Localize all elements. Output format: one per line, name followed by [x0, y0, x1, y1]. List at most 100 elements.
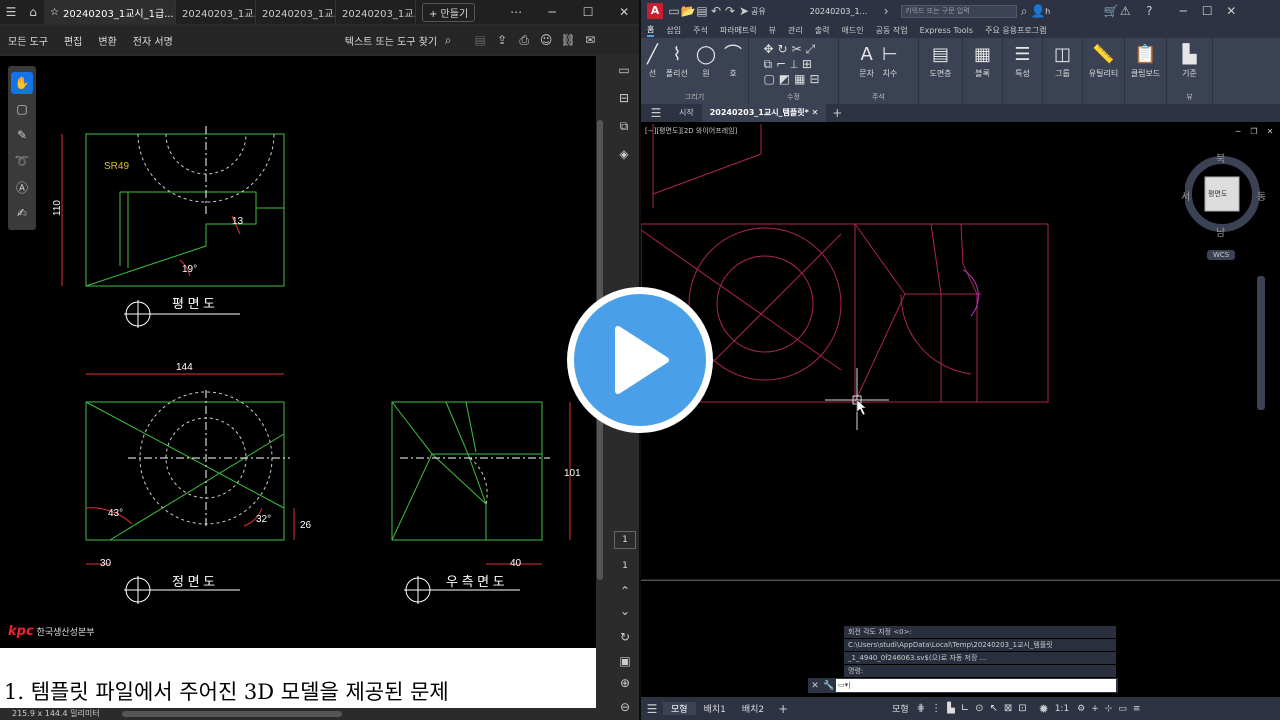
menu-convert[interactable]: 변환 — [98, 33, 116, 48]
menu-esign[interactable]: 전자 서명 — [133, 33, 173, 48]
viewcube-face-top[interactable]: 평면도 — [1208, 189, 1227, 199]
status-toggles[interactable]: ⋕⋮▙∟⊙↖⊠⊡ — [917, 703, 1033, 714]
acad-search-input[interactable]: 키워드 또는 구문 입력 — [901, 4, 1018, 18]
scroll-up-icon[interactable]: ⌃ — [614, 580, 636, 602]
print-icon[interactable]: ⎙ — [513, 29, 535, 51]
user-icon[interactable]: 👤 — [1031, 0, 1046, 22]
maximize-icon[interactable]: ☐ — [1200, 0, 1214, 22]
share-label[interactable]: 공유 — [751, 6, 766, 17]
ribbon-tab-annotate[interactable]: 주석 — [693, 25, 708, 36]
navigation-bar[interactable] — [1257, 276, 1265, 410]
line-tool[interactable]: ╱ 선 — [647, 42, 658, 79]
panel-annotation-label[interactable]: 주석 — [839, 92, 918, 102]
autocad-logo[interactable]: A — [647, 3, 663, 19]
layout-tab-2[interactable]: 배치2 — [734, 702, 772, 715]
arc-tool[interactable]: ⌒ 호 — [724, 42, 742, 79]
menu-edit[interactable]: 편집 — [64, 33, 82, 48]
page-fit-icon[interactable]: ▣ — [614, 650, 636, 672]
zoom-in-icon[interactable]: ⊕ — [614, 672, 636, 694]
help-icon[interactable]: ? — [1142, 0, 1156, 22]
hamburger-menu-icon[interactable]: ☰ — [641, 698, 663, 720]
user-name[interactable]: h — [1045, 7, 1050, 16]
ribbon-tab-featured-apps[interactable]: 주요 응용프로그램 — [985, 25, 1046, 36]
model-space-toggle[interactable]: 모형 — [884, 702, 917, 715]
upload-icon[interactable]: ⇪ — [491, 29, 513, 51]
clipboard-tool[interactable]: 📋 클립보드 — [1131, 42, 1160, 79]
pages-icon[interactable]: ⧉ — [613, 115, 635, 137]
pdf-tab-2[interactable]: 20240203_1교... — [176, 0, 256, 24]
layout-tab-model[interactable]: 모형 — [663, 702, 696, 715]
page-number-box[interactable]: 1 — [614, 531, 636, 549]
viewcube[interactable]: 북 남 서 동 평면도 WCS — [1181, 150, 1275, 266]
ribbon-tab-parametric[interactable]: 파라메트릭 — [720, 25, 757, 36]
redo-icon[interactable]: ↷ — [723, 0, 737, 22]
scroll-down-icon[interactable]: ⌄ — [614, 600, 636, 622]
file-tab-template[interactable]: 20240203_1교시_템플릿* ✕ — [701, 104, 827, 122]
hand-tool-icon[interactable]: ✋ — [11, 72, 33, 94]
sign-icon[interactable]: ✍ — [11, 202, 33, 224]
mail-icon[interactable]: ✉ — [579, 29, 601, 51]
file-tab-start[interactable]: 시작 — [671, 104, 702, 122]
close-window-icon[interactable]: ✕ — [1224, 0, 1238, 22]
save-icon[interactable]: ▤ — [469, 29, 491, 51]
pdf-document-page[interactable]: 110 SR49 13 19° 평 면 도 144 43° 32° 26 30 … — [0, 56, 596, 708]
bookmark-icon[interactable]: ⊟ — [613, 87, 635, 109]
layout-tab-1[interactable]: 배치1 — [696, 702, 734, 715]
panel-draw-label[interactable]: 그리기 — [641, 92, 748, 102]
add-tab-icon[interactable]: + — [826, 102, 848, 124]
open-file-icon[interactable]: 📂 — [681, 0, 696, 22]
status-right-icons[interactable]: ⚙+⊹▭≡ — [1077, 704, 1146, 714]
connect-icon[interactable]: ⚠ — [1118, 0, 1132, 22]
hamburger-menu-icon[interactable]: ☰ — [0, 1, 22, 23]
viewcube-east[interactable]: 동 — [1257, 188, 1266, 203]
ribbon-tab-addins[interactable]: 애드인 — [842, 25, 864, 36]
wcs-menu[interactable]: WCS — [1207, 250, 1236, 260]
annotation-scale-icon[interactable]: ✹ — [1033, 698, 1055, 720]
base-view-tool[interactable]: ▙ 기준 — [1182, 42, 1197, 79]
ai-assistant-icon[interactable]: ☺ — [535, 29, 557, 51]
hamburger-menu-icon[interactable]: ☰ — [641, 102, 671, 124]
circle-tool[interactable]: ◯ 원 — [696, 42, 716, 79]
pdf-tab-4[interactable]: 20240203_1교... — [336, 0, 416, 24]
panel-view-label[interactable]: 뷰 — [1167, 92, 1212, 102]
zoom-out-icon[interactable]: ⊖ — [614, 696, 636, 718]
rotate-icon[interactable]: ↻ — [614, 626, 636, 648]
annotation-scale[interactable]: 1:1 — [1055, 704, 1069, 714]
ribbon-tab-collaborate[interactable]: 공동 작업 — [876, 25, 908, 36]
command-input[interactable]: ▭▾| — [836, 679, 1116, 692]
add-layout-icon[interactable]: + — [772, 698, 794, 720]
group-tool[interactable]: ◫ 그룹 — [1054, 42, 1071, 79]
pdf-tab-3[interactable]: 20240203_1교... — [256, 0, 336, 24]
dimension-tool[interactable]: ⊢ 치수 — [882, 42, 898, 79]
comments-panel-icon[interactable]: ▭ — [613, 59, 635, 81]
viewcube-south[interactable]: 남 — [1216, 224, 1225, 239]
save-icon[interactable]: ▤ — [695, 0, 709, 22]
minimize-icon[interactable]: ─ — [541, 1, 563, 23]
modify-tools-icon[interactable]: ✥↻✂⤢ ⧉⌐⟂⊞ ▢◩▦⊟ — [763, 42, 823, 86]
viewcube-north[interactable]: 북 — [1216, 150, 1225, 165]
properties-tool[interactable]: ☰ 특성 — [1014, 42, 1030, 79]
star-icon[interactable]: ☆ — [50, 7, 59, 18]
comment-icon[interactable]: ▢ — [11, 98, 33, 120]
layers-tool[interactable]: ▤ 도면층 — [929, 42, 951, 79]
share-icon[interactable]: ➤ — [737, 0, 751, 22]
polyline-tool[interactable]: ⌇ 폴리선 — [666, 42, 688, 79]
horizontal-scrollbar[interactable] — [122, 710, 343, 717]
cart-icon[interactable]: 🛒 — [1104, 0, 1119, 22]
new-file-icon[interactable]: ▭ — [667, 0, 681, 22]
undo-icon[interactable]: ↶ — [709, 0, 723, 22]
close-command-icon[interactable]: ✕ — [808, 679, 822, 693]
video-play-button[interactable] — [567, 287, 713, 433]
home-icon[interactable]: ⌂ — [22, 1, 44, 23]
panel-modify-label[interactable]: 수정 — [749, 92, 838, 102]
lasso-icon[interactable]: ➰ — [11, 150, 33, 172]
more-icon[interactable]: ⋯ — [505, 1, 527, 23]
text-select-icon[interactable]: Ⓐ — [11, 176, 33, 198]
new-tab-button[interactable]: + 만들기 — [422, 2, 476, 22]
search-icon[interactable]: ⌕ — [437, 29, 459, 51]
text-tool[interactable]: A 문자 — [859, 42, 874, 79]
ribbon-tab-manage[interactable]: 관리 — [788, 25, 803, 36]
block-tool[interactable]: ▦ 블록 — [974, 42, 991, 79]
close-window-icon[interactable]: ✕ — [613, 1, 635, 23]
ribbon-tab-view[interactable]: 뷰 — [769, 25, 776, 36]
